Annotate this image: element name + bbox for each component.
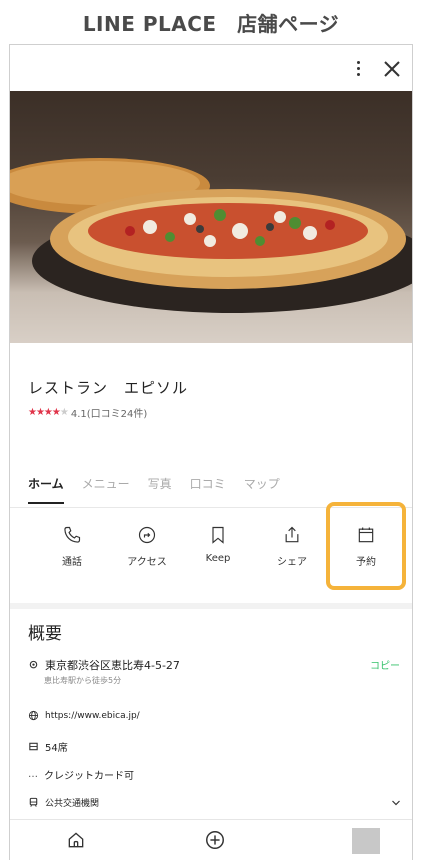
seats-row: 54席 (28, 739, 68, 754)
payment-row: … クレジットカード可 (28, 767, 134, 782)
chevron-down-icon[interactable] (390, 797, 402, 809)
section-divider (10, 603, 412, 609)
navigation-icon (138, 526, 156, 544)
website-url[interactable]: https://www.ebica.jp/ (45, 711, 140, 721)
avatar[interactable] (352, 828, 380, 854)
hero-image (10, 91, 412, 343)
more-options-icon[interactable] (348, 58, 368, 78)
reserve-highlight (326, 502, 406, 590)
tab-map[interactable]: マップ (244, 475, 280, 504)
rating-text: 4.1(口コミ24件) (70, 409, 148, 420)
address-row: 東京都渋谷区恵比寿4-5-27 (28, 657, 180, 673)
access-button[interactable]: アクセス (111, 525, 183, 587)
phone-icon (64, 526, 81, 543)
add-icon[interactable] (204, 829, 226, 851)
address-sub: 恵比寿駅から徒歩5分 (44, 676, 122, 685)
bottom-nav (10, 819, 412, 860)
ellipsis-icon: … (28, 769, 38, 780)
screen-caption: LINE PLACE 店舗ページ (82, 11, 340, 36)
home-icon[interactable] (66, 830, 86, 850)
tab-home[interactable]: ホーム (28, 475, 64, 504)
transit-text: 公共交通機関 (45, 799, 100, 809)
overview-title: 概要 (28, 624, 62, 644)
phone-frame: レストラン エピソル ★★★★★ 4.1(口コミ24件) ホーム メニュー 写真… (9, 44, 413, 860)
keep-button[interactable]: Keep (182, 525, 254, 587)
share-button[interactable]: シェア (256, 525, 328, 587)
tab-photos[interactable]: 写真 (148, 475, 172, 504)
seats-text: 54席 (45, 743, 68, 754)
rating: ★★★★★ 4.1(口コミ24件) (28, 405, 147, 420)
bookmark-icon (212, 526, 224, 544)
share-label: シェア (277, 557, 307, 568)
payment-text: クレジットカード可 (44, 771, 134, 782)
copy-address-button[interactable]: コピー (370, 657, 400, 672)
globe-icon (28, 710, 39, 721)
share-icon (285, 526, 299, 543)
call-button[interactable]: 通話 (36, 525, 108, 587)
location-pin-icon (29, 660, 38, 668)
keep-label: Keep (205, 553, 231, 564)
access-label: アクセス (127, 557, 167, 568)
tab-bar: ホーム メニュー 写真 口コミ マップ (28, 475, 280, 504)
close-icon[interactable] (380, 57, 404, 81)
website-row[interactable]: https://www.ebica.jp/ (28, 710, 140, 721)
place-name: レストラン エピソル (28, 379, 189, 397)
seat-icon (29, 742, 38, 751)
star-rating-icon: ★★★★★ (28, 407, 69, 418)
transit-row: 公共交通機関 (28, 796, 99, 809)
tab-reviews[interactable]: 口コミ (190, 475, 226, 504)
train-icon (29, 797, 38, 807)
tab-menu[interactable]: メニュー (82, 475, 130, 504)
top-bar (10, 45, 412, 91)
address-text: 東京都渋谷区恵比寿4-5-27 (45, 659, 180, 672)
call-label: 通話 (62, 557, 82, 568)
